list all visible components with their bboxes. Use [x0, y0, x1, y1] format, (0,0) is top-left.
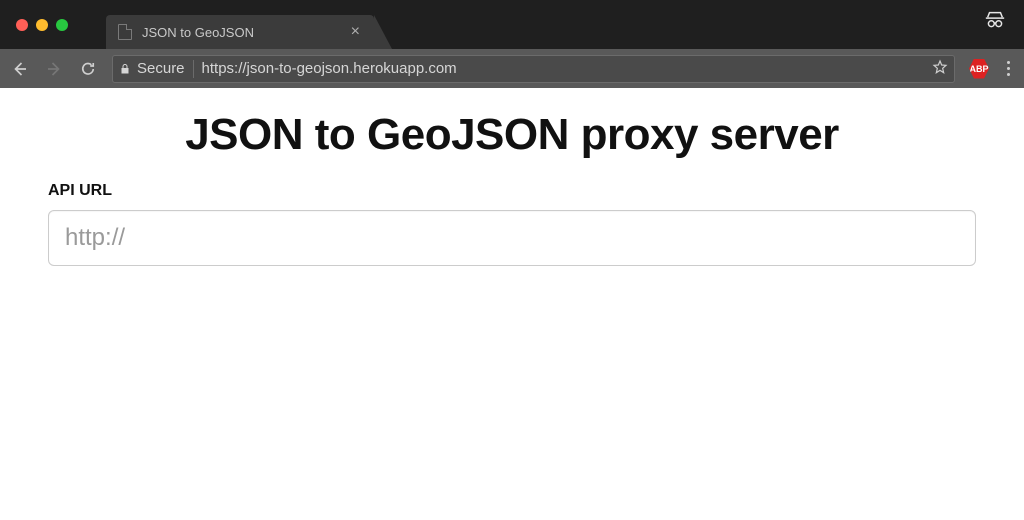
- tab-close-icon[interactable]: ×: [349, 22, 362, 42]
- reload-button[interactable]: [78, 59, 98, 79]
- lock-icon: [119, 62, 131, 76]
- window-title-bar: JSON to GeoJSON ×: [0, 0, 1024, 49]
- bookmark-star-icon[interactable]: [932, 59, 948, 79]
- page-heading: JSON to GeoJSON proxy server: [48, 110, 976, 160]
- secure-chip[interactable]: Secure: [119, 60, 194, 78]
- window-minimize-button[interactable]: [36, 19, 48, 31]
- browser-toolbar: Secure https://json-to-geojson.herokuapp…: [0, 49, 1024, 88]
- address-bar[interactable]: Secure https://json-to-geojson.herokuapp…: [112, 55, 955, 83]
- secure-label: Secure: [137, 60, 185, 77]
- window-close-button[interactable]: [16, 19, 28, 31]
- url-text: https://json-to-geojson.herokuapp.com: [202, 60, 924, 77]
- browser-tab[interactable]: JSON to GeoJSON ×: [106, 15, 374, 49]
- page-icon: [118, 24, 132, 40]
- traffic-lights: [0, 19, 68, 49]
- tab-strip: JSON to GeoJSON ×: [106, 0, 374, 49]
- page-content: JSON to GeoJSON proxy server API URL: [0, 88, 1024, 266]
- window-maximize-button[interactable]: [56, 19, 68, 31]
- browser-menu-button[interactable]: [1003, 61, 1014, 76]
- back-button[interactable]: [10, 59, 30, 79]
- incognito-icon: [984, 9, 1006, 40]
- api-url-input[interactable]: [48, 210, 976, 266]
- tab-title: JSON to GeoJSON: [142, 25, 349, 40]
- adblock-extension-icon[interactable]: ABP: [969, 59, 989, 79]
- api-url-label: API URL: [48, 182, 976, 200]
- forward-button[interactable]: [44, 59, 64, 79]
